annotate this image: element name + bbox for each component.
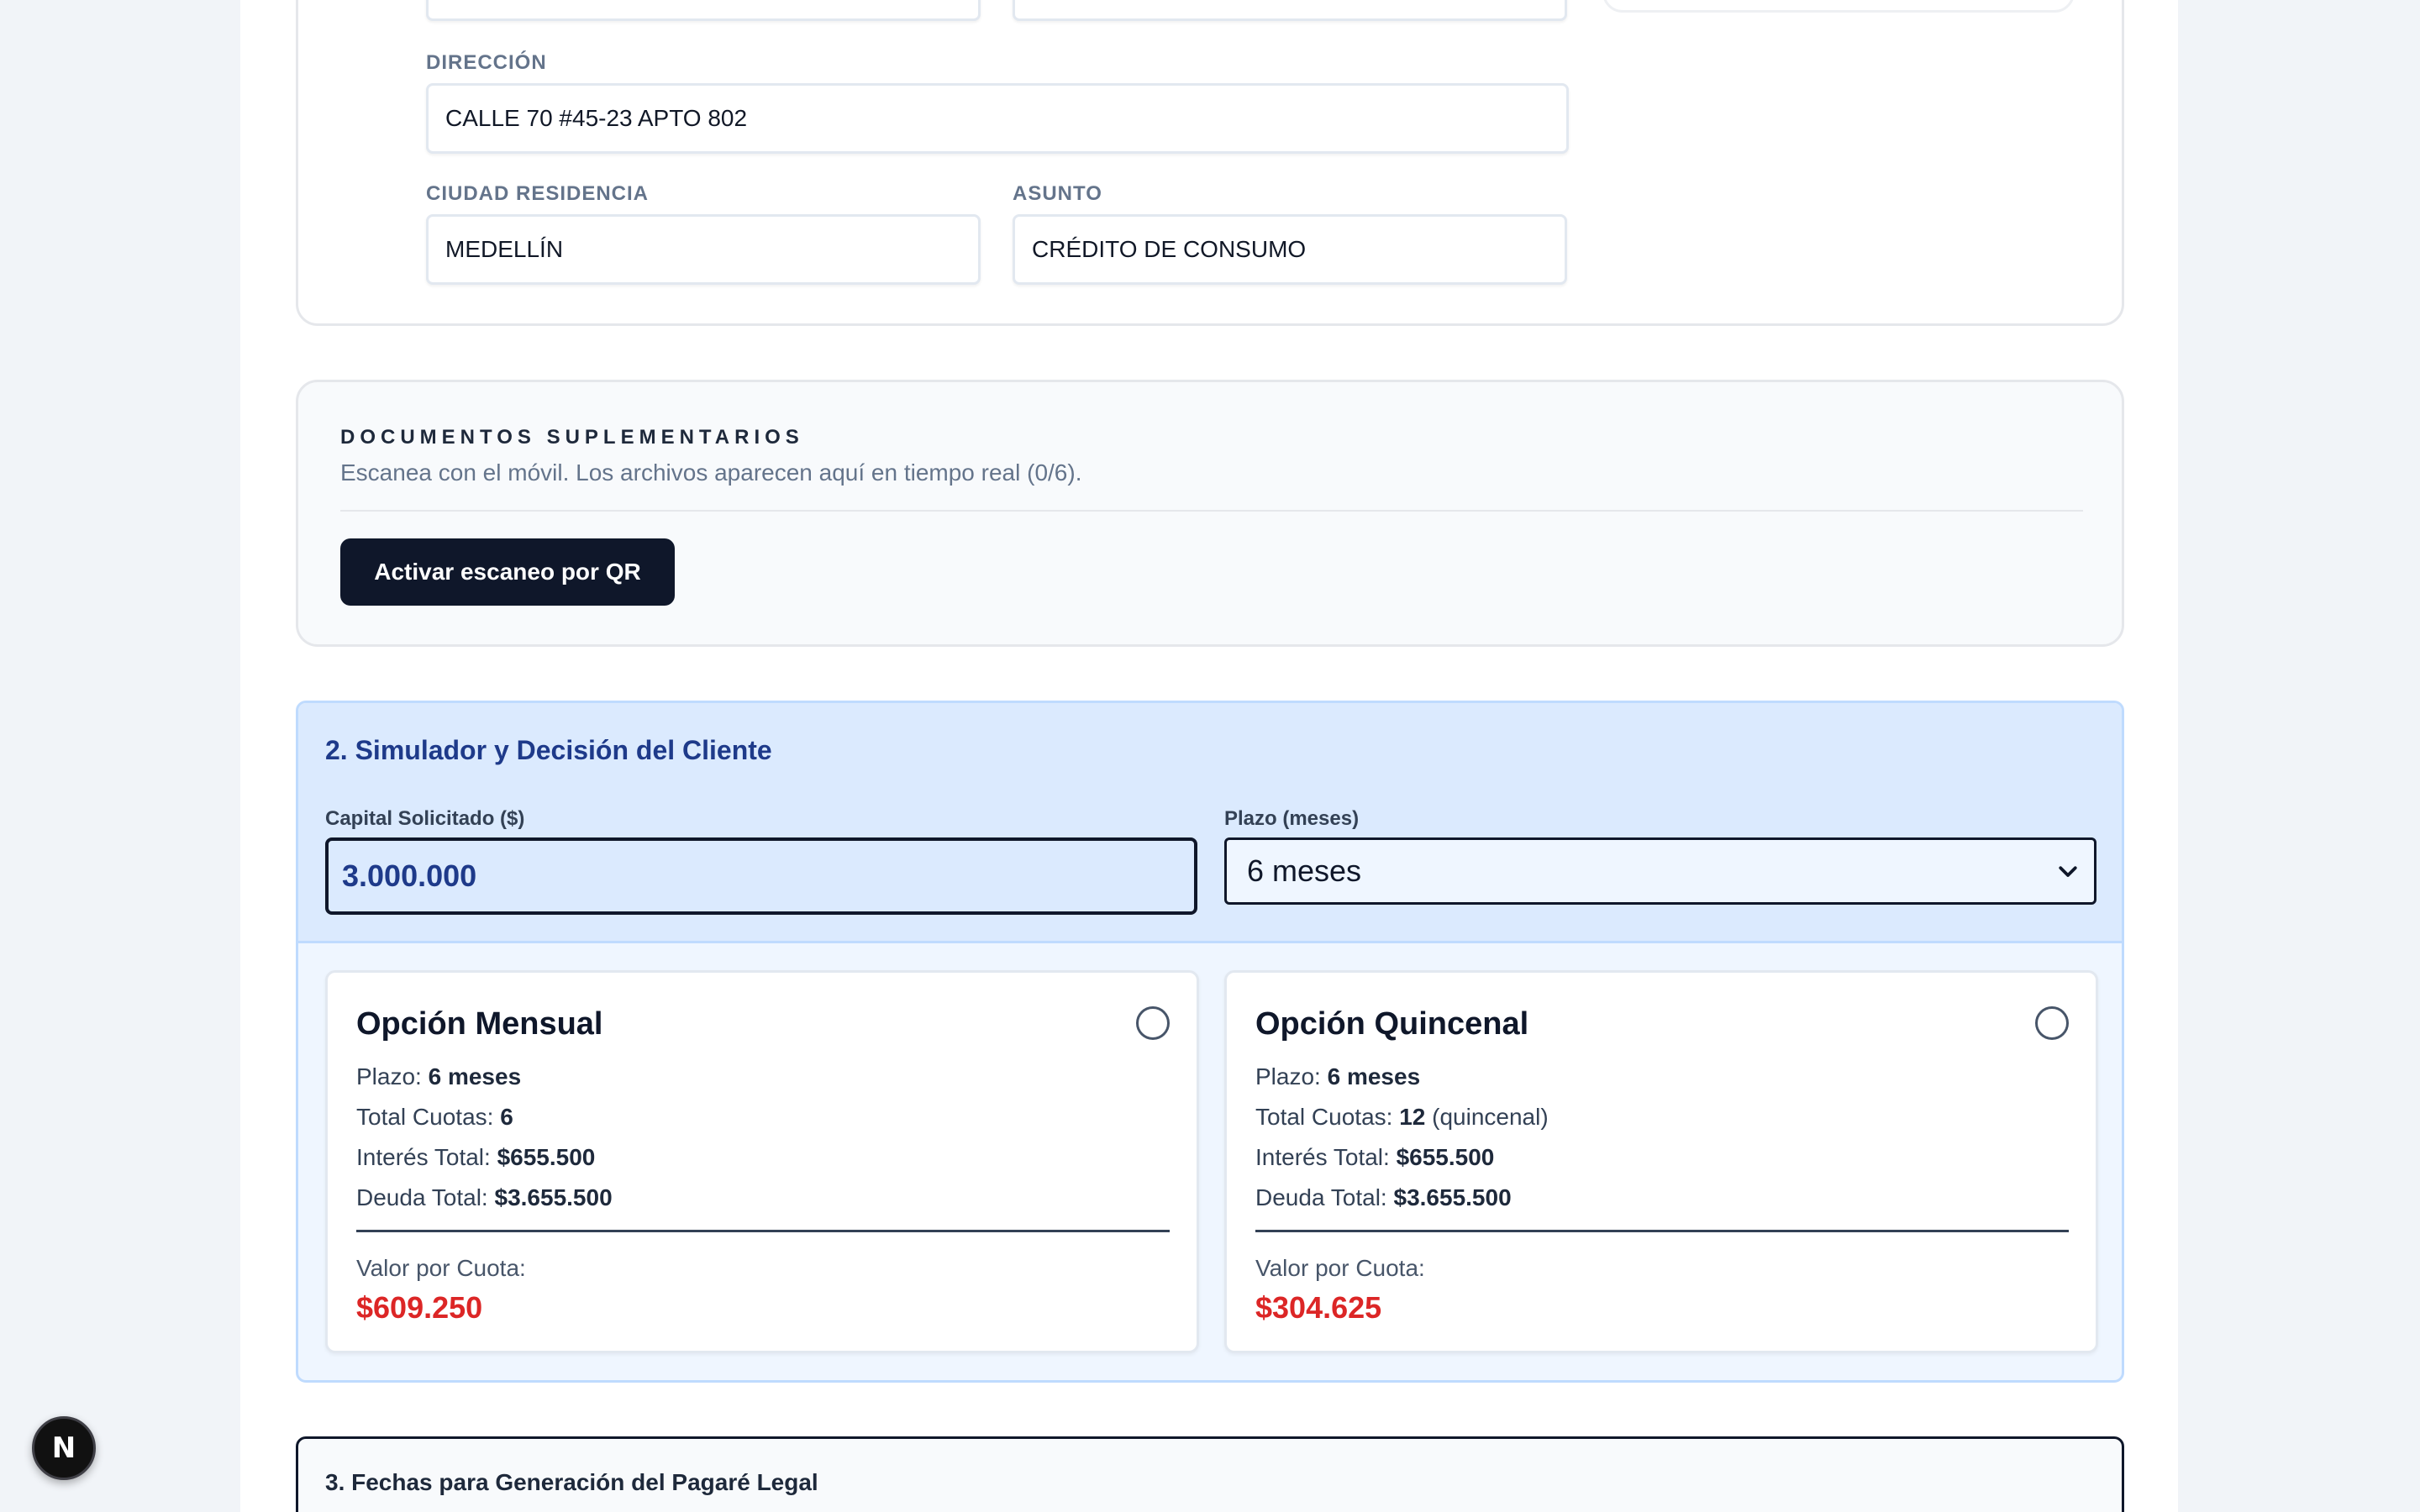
asunto-label: ASUNTO: [1013, 182, 1102, 205]
capital-label: Capital Solicitado ($): [325, 807, 525, 830]
monthly-cuotas-value: 6: [500, 1104, 513, 1130]
biweekly-deuda-value: $3.655.500: [1393, 1184, 1512, 1210]
biweekly-plazo-row: Plazo: 6 meses: [1255, 1063, 1420, 1090]
ciudad-label: CIUDAD RESIDENCIA: [426, 182, 650, 205]
capital-input[interactable]: 3.000.000: [325, 837, 1197, 915]
client-data-card: DIRECCIÓN CALLE 70 #45-23 APTO 802 CIUDA…: [296, 0, 2124, 326]
option-monthly-title: Opción Mensual: [356, 1006, 603, 1042]
supplementary-documents-card: DOCUMENTOS SUPLEMENTARIOS Escanea con el…: [296, 380, 2124, 647]
monthly-plazo-value: 6 meses: [428, 1063, 522, 1089]
option-monthly-card[interactable]: Opción Mensual Plazo: 6 meses Total Cuot…: [325, 970, 1199, 1353]
plazo-select[interactable]: 6 meses: [1224, 837, 2096, 905]
documents-title: DOCUMENTOS SUPLEMENTARIOS: [340, 426, 804, 449]
option-monthly-radio[interactable]: [1136, 1006, 1170, 1040]
biweekly-interes-row: Interés Total: $655.500: [1255, 1144, 1494, 1171]
option-biweekly-card[interactable]: Opción Quincenal Plazo: 6 meses Total Cu…: [1224, 970, 2098, 1353]
monthly-interes-row: Interés Total: $655.500: [356, 1144, 595, 1171]
biweekly-cuotas-value: 12: [1399, 1104, 1426, 1130]
monthly-plazo-row: Plazo: 6 meses: [356, 1063, 521, 1090]
monthly-interes-value: $655.500: [497, 1144, 596, 1170]
biweekly-installment-value: $304.625: [1255, 1290, 1382, 1325]
option-biweekly-title: Opción Quincenal: [1255, 1006, 1529, 1042]
photo-upload-card: [1602, 0, 2075, 13]
top-right-field[interactable]: [1013, 0, 1567, 21]
promissory-dates-card: 3. Fechas para Generación del Pagaré Leg…: [296, 1436, 2124, 1512]
direccion-input[interactable]: CALLE 70 #45-23 APTO 802: [426, 83, 1569, 154]
biweekly-deuda-label: Deuda Total:: [1255, 1184, 1394, 1210]
simulator-section: 2. Simulador y Decisión del Cliente Capi…: [296, 701, 2124, 1383]
monthly-deuda-value: $3.655.500: [494, 1184, 613, 1210]
biweekly-plazo-label: Plazo:: [1255, 1063, 1328, 1089]
documents-subtitle: Escanea con el móvil. Los archivos apare…: [340, 459, 1082, 486]
monthly-divider: [356, 1230, 1170, 1232]
monthly-deuda-row: Deuda Total: $3.655.500: [356, 1184, 613, 1211]
biweekly-cuotas-label: Total Cuotas:: [1255, 1104, 1400, 1130]
biweekly-plazo-value: 6 meses: [1327, 1063, 1421, 1089]
promissory-dates-title: 3. Fechas para Generación del Pagaré Leg…: [325, 1469, 818, 1495]
next-dev-tools-button[interactable]: N: [32, 1416, 96, 1480]
monthly-installment-value: $609.250: [356, 1290, 483, 1325]
option-biweekly-radio[interactable]: [2035, 1006, 2069, 1040]
plazo-selected-value: 6 meses: [1247, 853, 1362, 888]
direccion-label: DIRECCIÓN: [426, 51, 547, 74]
biweekly-installment-label: Valor por Cuota:: [1255, 1255, 1425, 1281]
monthly-interes-label: Interés Total:: [356, 1144, 497, 1170]
biweekly-interes-value: $655.500: [1396, 1144, 1495, 1170]
main-page: DIRECCIÓN CALLE 70 #45-23 APTO 802 CIUDA…: [240, 0, 2178, 1512]
biweekly-cuotas-suffix: (quincenal): [1425, 1104, 1549, 1130]
ciudad-input[interactable]: MEDELLÍN: [426, 214, 981, 285]
top-left-field[interactable]: [426, 0, 981, 21]
simulator-title: 2. Simulador y Decisión del Cliente: [325, 735, 772, 765]
plazo-label: Plazo (meses): [1224, 807, 1360, 830]
monthly-installment-label: Valor por Cuota:: [356, 1255, 526, 1281]
biweekly-cuotas-row: Total Cuotas: 12 (quincenal): [1255, 1104, 1549, 1131]
biweekly-deuda-row: Deuda Total: $3.655.500: [1255, 1184, 1512, 1211]
activate-qr-scan-button[interactable]: Activar escaneo por QR: [340, 538, 675, 606]
monthly-cuotas-label: Total Cuotas:: [356, 1104, 501, 1130]
biweekly-interes-label: Interés Total:: [1255, 1144, 1397, 1170]
monthly-cuotas-row: Total Cuotas: 6: [356, 1104, 513, 1131]
monthly-plazo-label: Plazo:: [356, 1063, 429, 1089]
asunto-input[interactable]: CRÉDITO DE CONSUMO: [1013, 214, 1567, 285]
monthly-deuda-label: Deuda Total:: [356, 1184, 495, 1210]
documents-divider: [340, 510, 2083, 512]
chevron-down-icon: [2059, 866, 2077, 877]
biweekly-divider: [1255, 1230, 2069, 1232]
simulator-header: 2. Simulador y Decisión del Cliente Capi…: [298, 703, 2122, 943]
